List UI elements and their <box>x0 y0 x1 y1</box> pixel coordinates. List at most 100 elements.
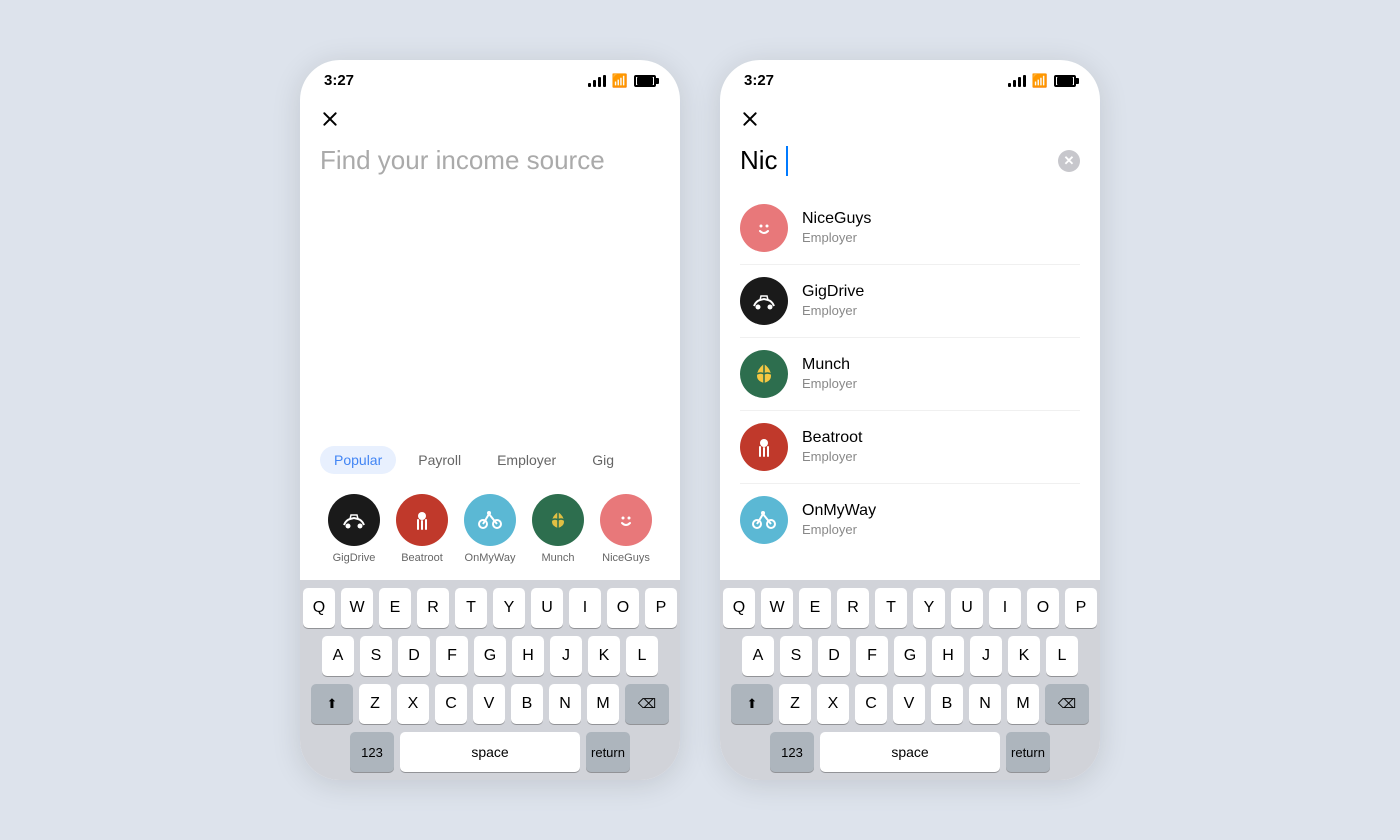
close-button-area-2 <box>720 97 1100 137</box>
status-time-1: 3:27 <box>324 72 354 89</box>
search-value-2[interactable]: Nic <box>740 145 778 176</box>
key2-G[interactable]: G <box>894 636 926 676</box>
key-B[interactable]: B <box>511 684 543 724</box>
result-info-niceguys: NiceGuys Employer <box>802 209 1080 247</box>
key-row-2-bottom: 123 space return <box>724 732 1096 776</box>
key-L[interactable]: L <box>626 636 658 676</box>
key-T[interactable]: T <box>455 588 487 628</box>
search-placeholder-1[interactable]: Find your income source <box>320 145 605 175</box>
key-P[interactable]: P <box>645 588 677 628</box>
key-W[interactable]: W <box>341 588 373 628</box>
key-I[interactable]: I <box>569 588 601 628</box>
results-list: NiceGuys Employer GigDrive Employer <box>720 192 1100 580</box>
popular-item-onmyway[interactable]: OnMyWay <box>464 494 516 564</box>
search-input-row: Nic ✕ <box>740 145 1080 176</box>
result-item-gigdrive[interactable]: GigDrive Employer <box>740 265 1080 338</box>
spacer-1 <box>300 192 680 446</box>
result-item-niceguys[interactable]: NiceGuys Employer <box>740 192 1080 265</box>
clear-button-2[interactable]: ✕ <box>1058 150 1080 172</box>
key2-R[interactable]: R <box>837 588 869 628</box>
result-avatar-onmyway <box>740 496 788 544</box>
key2-space[interactable]: space <box>820 732 1000 772</box>
key2-T[interactable]: T <box>875 588 907 628</box>
key-X[interactable]: X <box>397 684 429 724</box>
key-G[interactable]: G <box>474 636 506 676</box>
close-icon-2[interactable] <box>740 109 760 129</box>
key2-Y[interactable]: Y <box>913 588 945 628</box>
popular-item-gigdrive[interactable]: GigDrive <box>328 494 380 564</box>
popular-item-niceguys[interactable]: NiceGuys <box>600 494 652 564</box>
key2-W[interactable]: W <box>761 588 793 628</box>
key2-V[interactable]: V <box>893 684 925 724</box>
signal-icon-2 <box>1008 75 1026 87</box>
key2-C[interactable]: C <box>855 684 887 724</box>
result-name-beatroot: Beatroot <box>802 428 1080 449</box>
key-E[interactable]: E <box>379 588 411 628</box>
key-delete[interactable]: ⌫ <box>625 684 669 724</box>
popular-item-beatroot[interactable]: Beatroot <box>396 494 448 564</box>
tab-payroll[interactable]: Payroll <box>404 446 475 474</box>
key2-shift[interactable]: ⬆ <box>731 684 773 724</box>
result-avatar-munch <box>740 350 788 398</box>
key-H[interactable]: H <box>512 636 544 676</box>
popular-label-beatroot: Beatroot <box>401 552 443 564</box>
key2-L[interactable]: L <box>1046 636 1078 676</box>
key-D[interactable]: D <box>398 636 430 676</box>
status-icons-1: 📶 <box>588 73 656 89</box>
key-Q[interactable]: Q <box>303 588 335 628</box>
key-V[interactable]: V <box>473 684 505 724</box>
key2-B[interactable]: B <box>931 684 963 724</box>
key2-N[interactable]: N <box>969 684 1001 724</box>
key-C[interactable]: C <box>435 684 467 724</box>
key2-I[interactable]: I <box>989 588 1021 628</box>
key2-S[interactable]: S <box>780 636 812 676</box>
key2-123[interactable]: 123 <box>770 732 814 772</box>
key-Y[interactable]: Y <box>493 588 525 628</box>
key2-Z[interactable]: Z <box>779 684 811 724</box>
key2-O[interactable]: O <box>1027 588 1059 628</box>
battery-icon-2 <box>1054 75 1076 87</box>
popular-label-munch: Munch <box>541 552 574 564</box>
key2-A[interactable]: A <box>742 636 774 676</box>
search-area-2: Nic ✕ <box>720 137 1100 192</box>
key-U[interactable]: U <box>531 588 563 628</box>
key-S[interactable]: S <box>360 636 392 676</box>
key-shift[interactable]: ⬆ <box>311 684 353 724</box>
key2-H[interactable]: H <box>932 636 964 676</box>
key2-F[interactable]: F <box>856 636 888 676</box>
key2-K[interactable]: K <box>1008 636 1040 676</box>
key-return[interactable]: return <box>586 732 630 772</box>
key2-D[interactable]: D <box>818 636 850 676</box>
key-J[interactable]: J <box>550 636 582 676</box>
key-M[interactable]: M <box>587 684 619 724</box>
key2-E[interactable]: E <box>799 588 831 628</box>
key2-P[interactable]: P <box>1065 588 1097 628</box>
key2-delete[interactable]: ⌫ <box>1045 684 1089 724</box>
key2-X[interactable]: X <box>817 684 849 724</box>
tab-popular[interactable]: Popular <box>320 446 396 474</box>
tab-gig[interactable]: Gig <box>578 446 628 474</box>
key-O[interactable]: O <box>607 588 639 628</box>
popular-item-munch[interactable]: Munch <box>532 494 584 564</box>
result-name-onmyway: OnMyWay <box>802 501 1080 522</box>
result-item-munch[interactable]: Munch Employer <box>740 338 1080 411</box>
result-item-onmyway[interactable]: OnMyWay Employer <box>740 484 1080 556</box>
key-R[interactable]: R <box>417 588 449 628</box>
result-avatar-niceguys <box>740 204 788 252</box>
key2-U[interactable]: U <box>951 588 983 628</box>
result-item-beatroot[interactable]: Beatroot Employer <box>740 411 1080 484</box>
key2-return[interactable]: return <box>1006 732 1050 772</box>
tab-employer[interactable]: Employer <box>483 446 570 474</box>
key-F[interactable]: F <box>436 636 468 676</box>
key-Z[interactable]: Z <box>359 684 391 724</box>
key-K[interactable]: K <box>588 636 620 676</box>
status-time-2: 3:27 <box>744 72 774 89</box>
key2-M[interactable]: M <box>1007 684 1039 724</box>
key-N[interactable]: N <box>549 684 581 724</box>
close-icon-1[interactable] <box>320 109 340 129</box>
key-A[interactable]: A <box>322 636 354 676</box>
key2-Q[interactable]: Q <box>723 588 755 628</box>
key-space[interactable]: space <box>400 732 580 772</box>
key2-J[interactable]: J <box>970 636 1002 676</box>
key-123[interactable]: 123 <box>350 732 394 772</box>
